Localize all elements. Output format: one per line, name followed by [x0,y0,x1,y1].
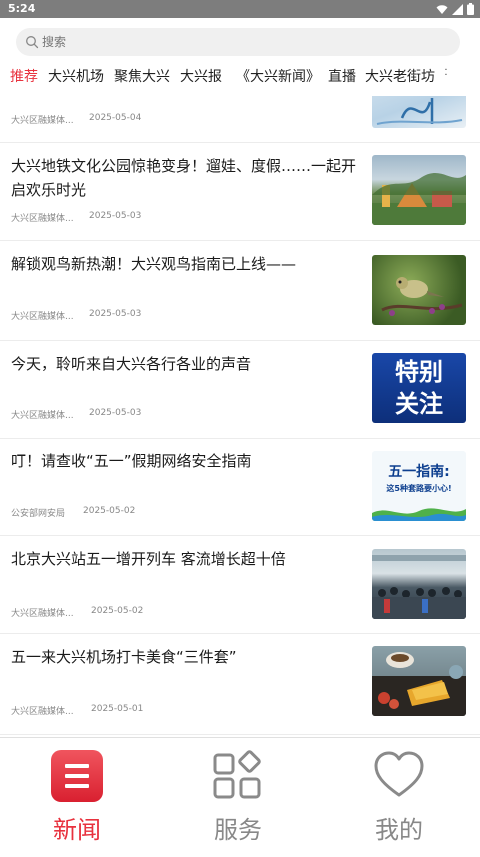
article-thumbnail [372,96,466,128]
article-date: 2025-05-02 [91,606,144,616]
nav-label-services: 服务 [214,816,262,844]
thumbnail-caption: 特别 [395,358,443,386]
tab-daxing-airport[interactable]: 大兴机场 [48,66,104,86]
wifi-icon [436,4,448,14]
tab-focus-daxing[interactable]: 聚焦大兴 [114,66,170,86]
article-thumbnail: 五一指南: 这5种套路要小心! [372,451,466,521]
article-source: 大兴区融媒体... [11,214,74,224]
nav-services[interactable]: 服务 [178,738,298,857]
divider [0,734,480,735]
thumbnail-caption: 五一指南: [388,464,450,480]
article-date: 2025-05-03 [89,309,142,319]
tab-live[interactable]: 直播 [328,66,356,86]
article-title: 叮！请查收“五一”假期网络安全指南 [11,452,252,470]
bottom-nav: 新闻 服务 我的 [0,737,480,856]
search-icon [26,36,39,49]
battery-icon [467,3,474,15]
article-date: 2025-05-03 [89,211,142,221]
search-input[interactable] [42,28,442,56]
nav-label-mine: 我的 [375,816,423,844]
article-title: 大兴地铁文化公园惊艳变身！遛娃、度假……一起开启欢乐时光 [11,157,357,199]
nav-news[interactable]: 新闻 [17,738,137,857]
status-time: 5:24 [8,2,36,15]
tab-daxing-paper[interactable]: 大兴报 [180,66,222,86]
article-title: 今天，聆听来自大兴各行各业的声音 [11,355,252,373]
thumbnail-caption: 关注 [395,390,443,418]
news-icon [51,750,103,802]
tab-recommend[interactable]: 推荐 [10,66,38,86]
tab-daxing-neighbors[interactable]: 大兴老街坊 [365,66,435,86]
list-item[interactable]: 大兴地铁文化公园惊艳变身！遛娃、度假……一起开启欢乐时光 大兴区融媒体... 2… [0,143,480,240]
nav-label-news: 新闻 [53,816,101,844]
article-thumbnail [372,255,466,325]
article-thumbnail [372,646,466,716]
tab-daxing-news[interactable]: 《大兴新闻》 [236,66,320,86]
more-tabs-icon[interactable]: · · [444,66,448,81]
article-date: 2025-05-02 [83,506,136,516]
thumbnail-caption: 这5种套路要小心! [386,484,452,493]
article-thumbnail [372,549,466,619]
article-source: 公安部网安局 [11,509,66,519]
article-source: 大兴区融媒体... [11,707,74,717]
list-item[interactable]: 北京大兴站五一增开列车 客流增长超十倍 大兴区融媒体... 2025-05-02 [0,536,480,633]
status-icons [436,3,474,15]
list-item[interactable]: 叮！请查收“五一”假期网络安全指南 公安部网安局 2025-05-02 五一指南… [0,439,480,535]
heart-icon [374,751,424,797]
search-bar[interactable] [16,28,460,56]
article-source: 大兴区融媒体... [11,116,74,126]
services-grid-icon [213,750,261,799]
signal-icon [452,3,463,15]
article-title: 解锁观鸟新热潮！大兴观鸟指南已上线—— [11,255,297,273]
article-title: 北京大兴站五一增开列车 客流增长超十倍 [11,550,286,568]
article-date: 2025-05-04 [89,113,142,123]
article-source: 大兴区融媒体... [11,411,74,421]
article-title: 五一来大兴机场打卡美食“三件套” [11,648,237,666]
nav-mine[interactable]: 我的 [339,738,459,857]
article-date: 2025-05-03 [89,408,142,418]
article-source: 大兴区融媒体... [11,609,74,619]
list-item[interactable]: 五一来大兴机场打卡美食“三件套” 大兴区融媒体... 2025-05-01 [0,634,480,734]
article-thumbnail: 特别 关注 [372,353,466,423]
list-item[interactable]: 大兴区融媒体... 2025-05-04 [0,96,480,142]
article-source: 大兴区融媒体... [11,312,74,322]
list-item[interactable]: 解锁观鸟新热潮！大兴观鸟指南已上线—— 大兴区融媒体... 2025-05-03 [0,241,480,340]
category-tabs: 推荐 大兴机场 聚焦大兴 大兴报 《大兴新闻》 直播 大兴老街坊 · · [0,60,480,90]
article-date: 2025-05-01 [91,704,144,714]
list-item[interactable]: 今天，聆听来自大兴各行各业的声音 大兴区融媒体... 2025-05-03 特别… [0,341,480,438]
status-bar: 5:24 [0,0,480,18]
article-thumbnail [372,155,466,225]
news-feed: 大兴区融媒体... 2025-05-04 大兴地铁文化公园惊艳变身！遛娃、度假…… [0,96,480,736]
